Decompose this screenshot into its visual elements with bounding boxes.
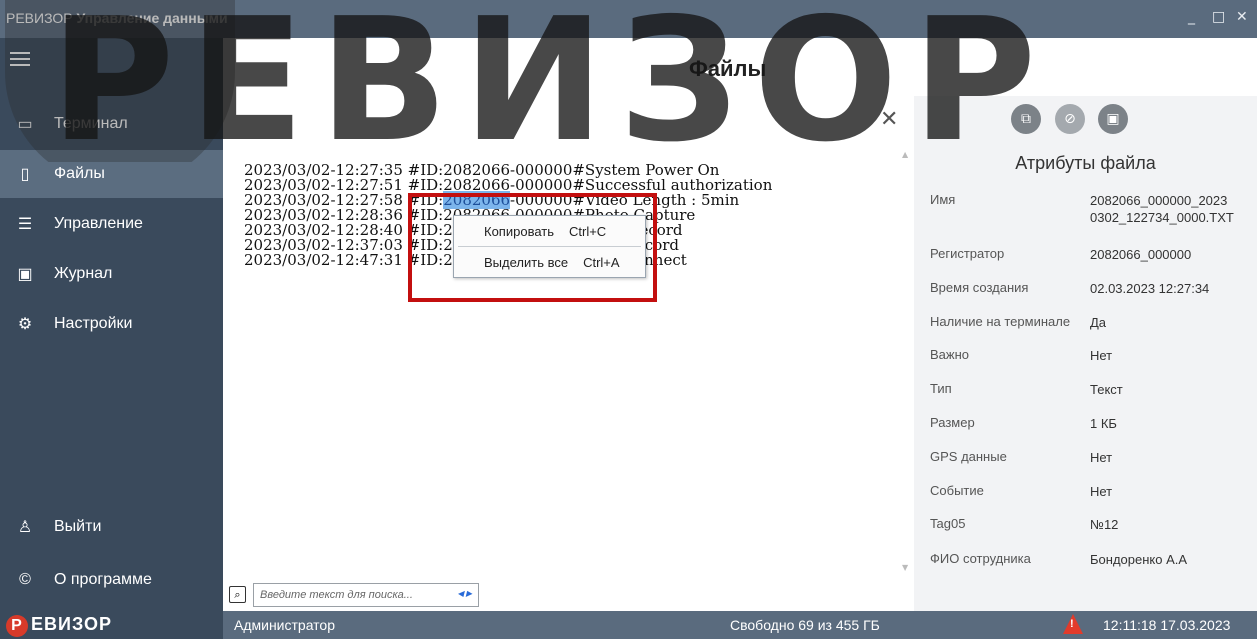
sidebar-item-label: О программе bbox=[54, 571, 152, 588]
menu-icon[interactable] bbox=[10, 52, 30, 68]
sidebar-item-label: Файлы bbox=[54, 165, 105, 182]
gear-icon: ⚙ bbox=[17, 316, 33, 333]
attribute-key: Время создания bbox=[930, 280, 1029, 295]
attribute-value: Нет bbox=[1090, 484, 1113, 499]
search-icon[interactable]: ⌕ bbox=[229, 586, 246, 603]
attribute-key: ФИО сотрудника bbox=[930, 551, 1031, 566]
attribute-value: Текст bbox=[1090, 382, 1123, 397]
attribute-value: 1 КБ bbox=[1090, 416, 1117, 431]
copy-file-button[interactable]: ⧉ bbox=[1011, 104, 1041, 134]
attribute-key: Tag05 bbox=[930, 516, 966, 531]
sidebar-bottom-item-1[interactable]: © О программе bbox=[0, 556, 223, 604]
sidebar-item-2[interactable]: ☰ Управление bbox=[0, 200, 223, 248]
attributes-panel: ⧉ ⊘ ▣ Атрибуты файла Имя 2082066_000000_2… bbox=[914, 96, 1257, 611]
attribute-value: №12 bbox=[1090, 517, 1119, 532]
journal-icon: ▣ bbox=[17, 266, 33, 283]
attributes-title: Атрибуты файла bbox=[1015, 153, 1156, 173]
close-file-icon[interactable]: ✕ bbox=[880, 107, 898, 132]
menu-item-shortcut: Ctrl+C bbox=[569, 223, 607, 239]
attribute-key: GPS данные bbox=[930, 449, 1007, 464]
context-menu: Копировать Ctrl+C Выделить все Ctrl+A bbox=[453, 215, 646, 278]
attribute-key: Важно bbox=[930, 347, 970, 362]
copyright-icon: © bbox=[19, 571, 31, 588]
mark-button[interactable]: ⊘ bbox=[1055, 104, 1085, 134]
sidebar-item-3[interactable]: ▣ Журнал bbox=[0, 250, 223, 298]
attribute-key: Размер bbox=[930, 415, 975, 430]
attribute-value: 02.03.2023 12:27:34 bbox=[1090, 281, 1210, 296]
current-user: Администратор bbox=[234, 617, 336, 633]
sidebar-item-label: Управление bbox=[54, 215, 143, 232]
attribute-key: Тип bbox=[930, 381, 952, 396]
sidebar-item-label: Выйти bbox=[54, 518, 102, 535]
files-icon: ▯ bbox=[20, 166, 30, 183]
minimize-button[interactable]: _ bbox=[1188, 9, 1195, 25]
scroll-down-icon[interactable]: ▼ bbox=[902, 563, 908, 572]
sidebar-item-4[interactable]: ⚙ Настройки bbox=[0, 300, 223, 348]
search-placeholder: Введите текст для поиска... bbox=[260, 589, 413, 601]
search-input[interactable]: Введите текст для поиска... ◀ ▶ bbox=[253, 583, 479, 607]
sidebar-item-label: Терминал bbox=[54, 115, 128, 132]
menu-item-shortcut: Ctrl+A bbox=[583, 254, 620, 270]
attribute-value: Нет bbox=[1090, 348, 1113, 363]
logo-letter: Р bbox=[6, 615, 28, 637]
maximize-button[interactable]: □ bbox=[1212, 9, 1225, 25]
status-bar: Р ЕВИЗОР Администратор Свободно 69 из 455… bbox=[0, 611, 1257, 639]
window-title: РЕВИЗОР Управление данными bbox=[6, 10, 228, 26]
user-icon: ♙ bbox=[17, 519, 33, 536]
page-header: Файлы bbox=[223, 38, 1257, 96]
brand-logo: Р ЕВИЗОР bbox=[0, 611, 223, 639]
app-window: РЕВИЗОР Управление данными _ □ ✕ ▭ Термин… bbox=[0, 0, 1257, 639]
menu-item-label: Выделить все bbox=[484, 254, 569, 270]
attribute-value: Бондоренко А.А bbox=[1090, 552, 1188, 567]
title-bar: РЕВИЗОР Управление данными _ □ ✕ bbox=[0, 0, 1257, 38]
scroll-up-icon[interactable]: ▲ bbox=[902, 150, 910, 159]
sidebar-bottom-item-0[interactable]: ♙ Выйти bbox=[0, 503, 223, 551]
export-button[interactable]: ▣ bbox=[1098, 104, 1128, 134]
logo-text: ЕВИЗОР bbox=[31, 614, 112, 634]
menu-item-copy[interactable]: Копировать Ctrl+C bbox=[454, 216, 645, 246]
sidebar-item-1[interactable]: ▯ Файлы bbox=[0, 150, 223, 198]
attribute-key: Имя bbox=[930, 192, 956, 207]
app-title: Управление данными bbox=[76, 10, 228, 26]
menu-item-select-all[interactable]: Выделить все Ctrl+A bbox=[454, 247, 645, 277]
page-title: Файлы bbox=[689, 56, 767, 81]
search-bar: ⌕ Введите текст для поиска... ◀ ▶ bbox=[229, 583, 479, 607]
sidebar: ▭ Терминал ▯ Файлы ☰ Управление ▣ Журнал ⚙ Настро… bbox=[0, 38, 223, 611]
sidebar-item-0[interactable]: ▭ Терминал bbox=[0, 100, 223, 148]
menu-item-label: Копировать bbox=[484, 223, 554, 239]
attribute-value: 2082066_000000 bbox=[1090, 247, 1192, 262]
terminal-icon: ▭ bbox=[17, 116, 33, 133]
search-nav-arrows-icon[interactable]: ◀ ▶ bbox=[457, 589, 472, 598]
close-button[interactable]: ✕ bbox=[1236, 9, 1248, 25]
app-prefix: РЕВИЗОР bbox=[6, 10, 73, 26]
sliders-icon: ☰ bbox=[17, 216, 33, 233]
attribute-key: Событие bbox=[930, 483, 984, 498]
attribute-value: 2082066_000000_2023 0302_122734_0000.TXT bbox=[1090, 193, 1234, 225]
sidebar-item-label: Журнал bbox=[54, 265, 113, 282]
sidebar-item-label: Настройки bbox=[54, 315, 133, 332]
attribute-key: Регистратор bbox=[930, 246, 1005, 261]
warning-icon[interactable]: ! bbox=[1063, 614, 1083, 634]
attribute-value: Нет bbox=[1090, 450, 1113, 465]
free-space: Свободно 69 из 455 ГБ bbox=[730, 617, 880, 633]
attribute-value: Да bbox=[1090, 315, 1107, 330]
clock: 12:11:18 17.03.2023 bbox=[1103, 617, 1231, 633]
attribute-key: Наличие на терминале bbox=[930, 314, 1071, 329]
